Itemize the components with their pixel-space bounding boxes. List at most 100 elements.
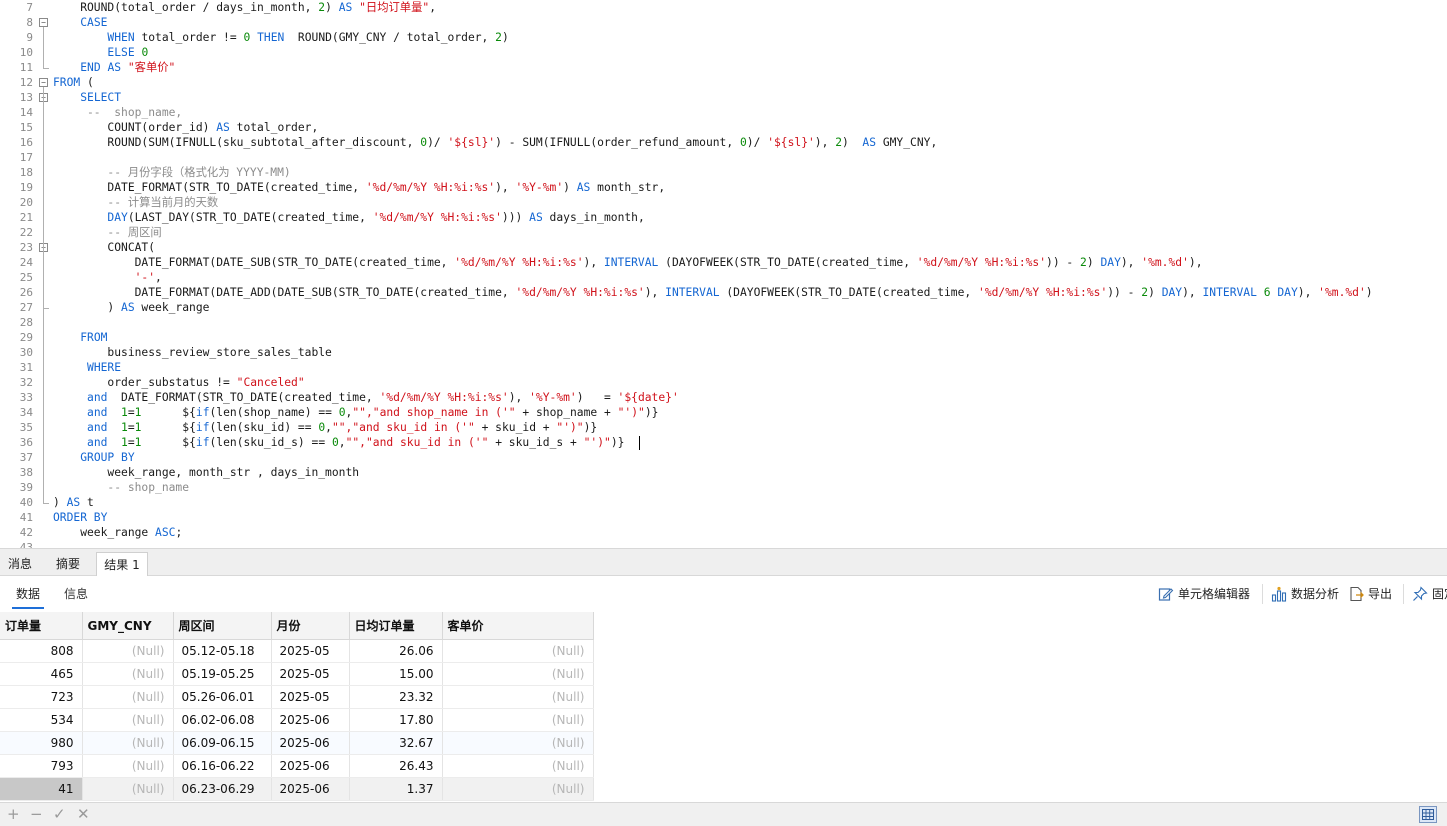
code-line[interactable]: 17 [0, 150, 1447, 165]
table-cell[interactable]: (Null) [442, 731, 594, 755]
table-cell[interactable]: (Null) [82, 777, 174, 801]
table-cell[interactable]: 06.23-06.29 [173, 777, 272, 801]
table-cell[interactable]: 793 [0, 754, 83, 778]
code-line[interactable]: 34 and 1=1 ${if(len(shop_name) == 0,"","… [0, 405, 1447, 420]
table-row[interactable]: 534 (Null) 06.02-06.08 2025-06 17.80 (Nu… [0, 708, 594, 732]
column-header[interactable]: 日均订单量 [349, 612, 443, 640]
data-analysis-button[interactable]: 数据分析 [1271, 585, 1343, 603]
grid-view-toggle[interactable] [1419, 806, 1437, 823]
pin-button[interactable]: 固定 [1412, 585, 1447, 603]
table-cell[interactable]: 2025-05 [271, 685, 350, 709]
table-cell[interactable]: 723 [0, 685, 83, 709]
table-cell[interactable]: 15.00 [349, 662, 443, 686]
code-line[interactable]: 37 GROUP BY [0, 450, 1447, 465]
code-line[interactable]: 42 week_range ASC; [0, 525, 1447, 540]
code-line[interactable]: 29 FROM [0, 330, 1447, 345]
tab-summary[interactable]: 摘要 [52, 552, 84, 576]
table-row[interactable]: 980 (Null) 06.09-06.15 2025-06 32.67 (Nu… [0, 731, 594, 755]
code-line[interactable]: 36 and 1=1 ${if(len(sku_id_s) == 0,"","a… [0, 435, 1447, 450]
code-line[interactable]: 10 ELSE 0 [0, 45, 1447, 60]
table-row[interactable]: 793 (Null) 06.16-06.22 2025-06 26.43 (Nu… [0, 754, 594, 778]
code-line[interactable]: 26 DATE_FORMAT(DATE_ADD(DATE_SUB(STR_TO_… [0, 285, 1447, 300]
table-cell[interactable]: (Null) [82, 754, 174, 778]
result-grid[interactable]: 订单量 GMY_CNY 周区间 月份 日均订单量 客单价 808 (Null) … [0, 612, 1447, 802]
tab-messages[interactable]: 消息 [3, 552, 37, 576]
code-line[interactable]: 31 WHERE [0, 360, 1447, 375]
table-cell[interactable]: 980 [0, 731, 83, 755]
code-line[interactable]: 41 ORDER BY [0, 510, 1447, 525]
code-line[interactable]: 13− SELECT [0, 90, 1447, 105]
code-line[interactable]: 39 -- shop_name [0, 480, 1447, 495]
tab-data[interactable]: 数据 [16, 585, 40, 602]
table-cell[interactable]: 06.09-06.15 [173, 731, 272, 755]
table-row[interactable]: 723 (Null) 05.26-06.01 2025-05 23.32 (Nu… [0, 685, 594, 709]
add-record-button[interactable]: + [7, 805, 20, 823]
table-cell[interactable]: (Null) [442, 754, 594, 778]
code-line[interactable]: 8− CASE [0, 15, 1447, 30]
table-cell[interactable]: (Null) [82, 662, 174, 686]
code-line[interactable]: 24 DATE_FORMAT(DATE_SUB(STR_TO_DATE(crea… [0, 255, 1447, 270]
table-cell[interactable]: 1.37 [349, 777, 443, 801]
table-cell[interactable]: 06.16-06.22 [173, 754, 272, 778]
export-button[interactable]: 导出 [1348, 585, 1396, 603]
table-cell[interactable]: (Null) [442, 708, 594, 732]
column-header[interactable]: GMY_CNY [82, 612, 174, 640]
table-cell[interactable]: 17.80 [349, 708, 443, 732]
table-cell[interactable]: 2025-05 [271, 662, 350, 686]
fold-toggle-icon[interactable]: − [39, 18, 48, 27]
code-line[interactable]: 16 ROUND(SUM(IFNULL(sku_subtotal_after_d… [0, 135, 1447, 150]
code-line[interactable]: 30 business_review_store_sales_table [0, 345, 1447, 360]
table-cell[interactable]: 808 [0, 639, 83, 663]
table-cell[interactable]: 465 [0, 662, 83, 686]
table-cell[interactable]: 05.19-05.25 [173, 662, 272, 686]
table-row[interactable]: 465 (Null) 05.19-05.25 2025-05 15.00 (Nu… [0, 662, 594, 686]
cell-editor-button[interactable]: 单元格编辑器 [1158, 585, 1254, 603]
table-cell[interactable]: 32.67 [349, 731, 443, 755]
sql-editor[interactable]: 7 ROUND(total_order / days_in_month, 2) … [0, 0, 1447, 548]
code-line[interactable]: 15 COUNT(order_id) AS total_order, [0, 120, 1447, 135]
code-line[interactable]: 27 ) AS week_range [0, 300, 1447, 315]
table-cell[interactable]: (Null) [82, 639, 174, 663]
table-cell[interactable]: (Null) [442, 777, 594, 801]
column-header[interactable]: 客单价 [442, 612, 594, 640]
table-cell[interactable]: 2025-06 [271, 754, 350, 778]
code-line[interactable]: 9 WHEN total_order != 0 THEN ROUND(GMY_C… [0, 30, 1447, 45]
table-cell[interactable]: 2025-06 [271, 777, 350, 801]
code-line[interactable]: 28 [0, 315, 1447, 330]
code-line[interactable]: 20 -- 计算当前月的天数 [0, 195, 1447, 210]
table-cell[interactable]: 2025-05 [271, 639, 350, 663]
fold-toggle-icon[interactable]: − [39, 78, 48, 87]
table-cell[interactable]: 2025-06 [271, 708, 350, 732]
discard-changes-button[interactable]: ✕ [77, 805, 90, 823]
table-cell[interactable]: (Null) [82, 731, 174, 755]
code-line[interactable]: 32 order_substatus != "Canceled" [0, 375, 1447, 390]
table-cell[interactable]: (Null) [82, 685, 174, 709]
table-cell[interactable]: 26.06 [349, 639, 443, 663]
tab-result-1[interactable]: 结果 1 [96, 552, 148, 576]
table-cell[interactable]: 05.12-05.18 [173, 639, 272, 663]
table-row-selected[interactable]: 41 (Null) 06.23-06.29 2025-06 1.37 (Null… [0, 777, 594, 801]
table-cell[interactable]: (Null) [442, 639, 594, 663]
code-line[interactable]: 14 -- shop_name, [0, 105, 1447, 120]
code-line[interactable]: 40) AS t [0, 495, 1447, 510]
code-line[interactable]: 38 week_range, month_str , days_in_month [0, 465, 1447, 480]
table-row[interactable]: 808 (Null) 05.12-05.18 2025-05 26.06 (Nu… [0, 639, 594, 663]
column-header[interactable]: 周区间 [173, 612, 272, 640]
code-line[interactable]: 35 and 1=1 ${if(len(sku_id) == 0,"","and… [0, 420, 1447, 435]
column-header[interactable]: 月份 [271, 612, 350, 640]
delete-record-button[interactable]: − [30, 805, 43, 823]
code-line[interactable]: 12− FROM ( [0, 75, 1447, 90]
table-cell[interactable]: 23.32 [349, 685, 443, 709]
column-header[interactable]: 订单量 [0, 612, 83, 640]
code-line[interactable]: 25 '-', [0, 270, 1447, 285]
table-cell[interactable]: 2025-06 [271, 731, 350, 755]
apply-changes-button[interactable]: ✓ [53, 805, 66, 823]
code-line[interactable]: 33 and DATE_FORMAT(STR_TO_DATE(created_t… [0, 390, 1447, 405]
code-line[interactable]: 7 ROUND(total_order / days_in_month, 2) … [0, 0, 1447, 15]
table-cell[interactable]: (Null) [442, 685, 594, 709]
table-cell-selected[interactable]: 41 [0, 777, 83, 801]
code-line[interactable]: 23− CONCAT( [0, 240, 1447, 255]
table-cell[interactable]: 26.43 [349, 754, 443, 778]
table-cell[interactable]: (Null) [82, 708, 174, 732]
code-line[interactable]: 19 DATE_FORMAT(STR_TO_DATE(created_time,… [0, 180, 1447, 195]
